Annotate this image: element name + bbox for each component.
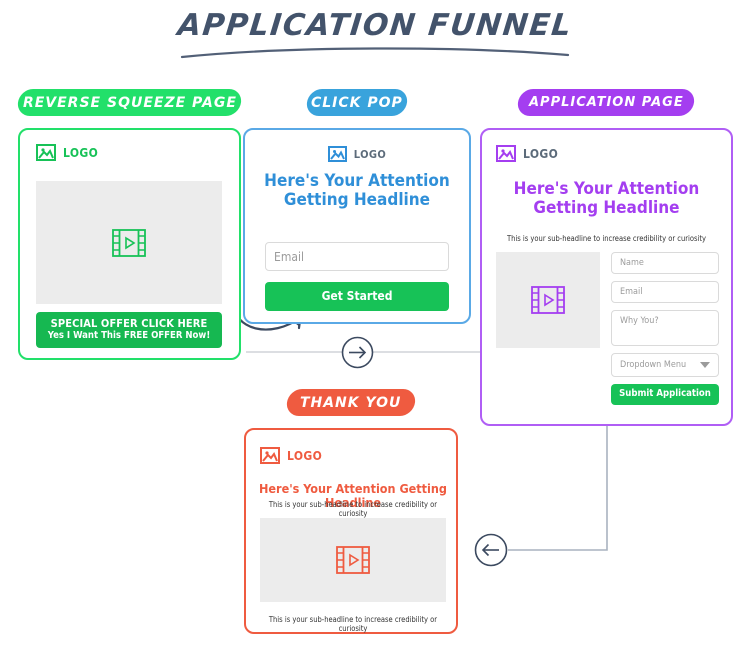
email-placeholder: Email	[274, 249, 304, 264]
headline: Here's Your Attention Getting Headline	[513, 179, 700, 219]
logo-label: LOGO	[63, 145, 99, 160]
badge-click-pop: CLICK POP	[305, 89, 409, 116]
arrow-right-circle[interactable]	[341, 336, 374, 369]
cta-line-1: SPECIAL OFFER CLICK HERE	[50, 317, 208, 331]
name-input[interactable]: Name	[611, 252, 719, 274]
subheadline: This is your sub-headline to increase cr…	[506, 234, 707, 243]
badge-label: REVERSE SQUEEZE PAGE	[22, 94, 237, 111]
subheadline-top: This is your sub-headline to increase cr…	[268, 500, 438, 518]
card-application-page: LOGO Here's Your Attention Getting Headl…	[480, 128, 733, 426]
image-icon	[496, 145, 516, 162]
image-icon	[36, 144, 56, 161]
title-underline	[180, 47, 570, 59]
page-title: APPLICATION FUNNEL	[176, 8, 574, 43]
image-icon	[327, 146, 347, 162]
card-click-pop: LOGO Here's Your Attention Getting Headl…	[243, 128, 471, 324]
cta-line-2: Yes I Want This FREE OFFER Now!	[47, 329, 211, 341]
badge-label: APPLICATION PAGE	[528, 95, 684, 110]
logo-block: LOGO	[496, 145, 558, 162]
card-reverse-squeeze-page: LOGO SPECIAL OFFER CLICK HERE Yes I Want…	[18, 128, 241, 360]
name-placeholder: Name	[620, 258, 644, 268]
submit-application-button[interactable]: Submit Application	[611, 384, 719, 405]
logo-label: LOGO	[523, 146, 559, 161]
funnel-diagram: APPLICATION FUNNEL REVERSE SQUEEZE PAGE …	[0, 0, 750, 653]
badge-label: CLICK POP	[311, 94, 403, 111]
logo-label: LOGO	[353, 147, 387, 161]
chevron-down-icon	[700, 362, 710, 368]
dropdown-menu-select[interactable]: Dropdown Menu	[611, 353, 719, 377]
arrow-left-circle[interactable]	[474, 533, 508, 567]
special-offer-cta-button[interactable]: SPECIAL OFFER CLICK HERE Yes I Want This…	[36, 312, 222, 348]
email-placeholder: Email	[620, 287, 643, 297]
logo-block: LOGO	[36, 144, 98, 161]
button-label: Submit Application	[619, 388, 711, 400]
image-icon	[260, 447, 280, 464]
logo-block: LOGO	[245, 146, 469, 162]
film-play-icon	[112, 228, 146, 257]
logo-label: LOGO	[287, 448, 323, 463]
subheadline-bottom: This is your sub-headline to increase cr…	[268, 615, 438, 633]
badge-label: THANK YOU	[300, 394, 402, 411]
headline: Here's Your Attention Getting Headline	[264, 171, 450, 211]
badge-application-page: APPLICATION PAGE	[516, 89, 696, 116]
get-started-button[interactable]: Get Started	[265, 282, 449, 311]
why-you-textarea[interactable]: Why You?	[611, 310, 719, 346]
button-label: Get Started	[321, 288, 393, 303]
film-play-icon	[531, 286, 565, 314]
video-placeholder[interactable]	[496, 252, 600, 348]
film-play-icon	[336, 546, 370, 574]
card-thank-you: LOGO Here's Your Attention Getting Headl…	[244, 428, 458, 634]
badge-thank-you: THANK YOU	[285, 389, 417, 416]
email-input[interactable]: Email	[265, 242, 449, 271]
dropdown-label: Dropdown Menu	[620, 360, 687, 370]
video-placeholder[interactable]	[260, 518, 446, 602]
video-placeholder[interactable]	[36, 181, 222, 304]
application-form: Name Email Why You? Dropdown Menu Submit…	[611, 252, 719, 405]
badge-reverse-squeeze-page: REVERSE SQUEEZE PAGE	[16, 89, 243, 116]
email-input[interactable]: Email	[611, 281, 719, 303]
why-you-placeholder: Why You?	[620, 316, 659, 326]
logo-block: LOGO	[260, 447, 322, 464]
